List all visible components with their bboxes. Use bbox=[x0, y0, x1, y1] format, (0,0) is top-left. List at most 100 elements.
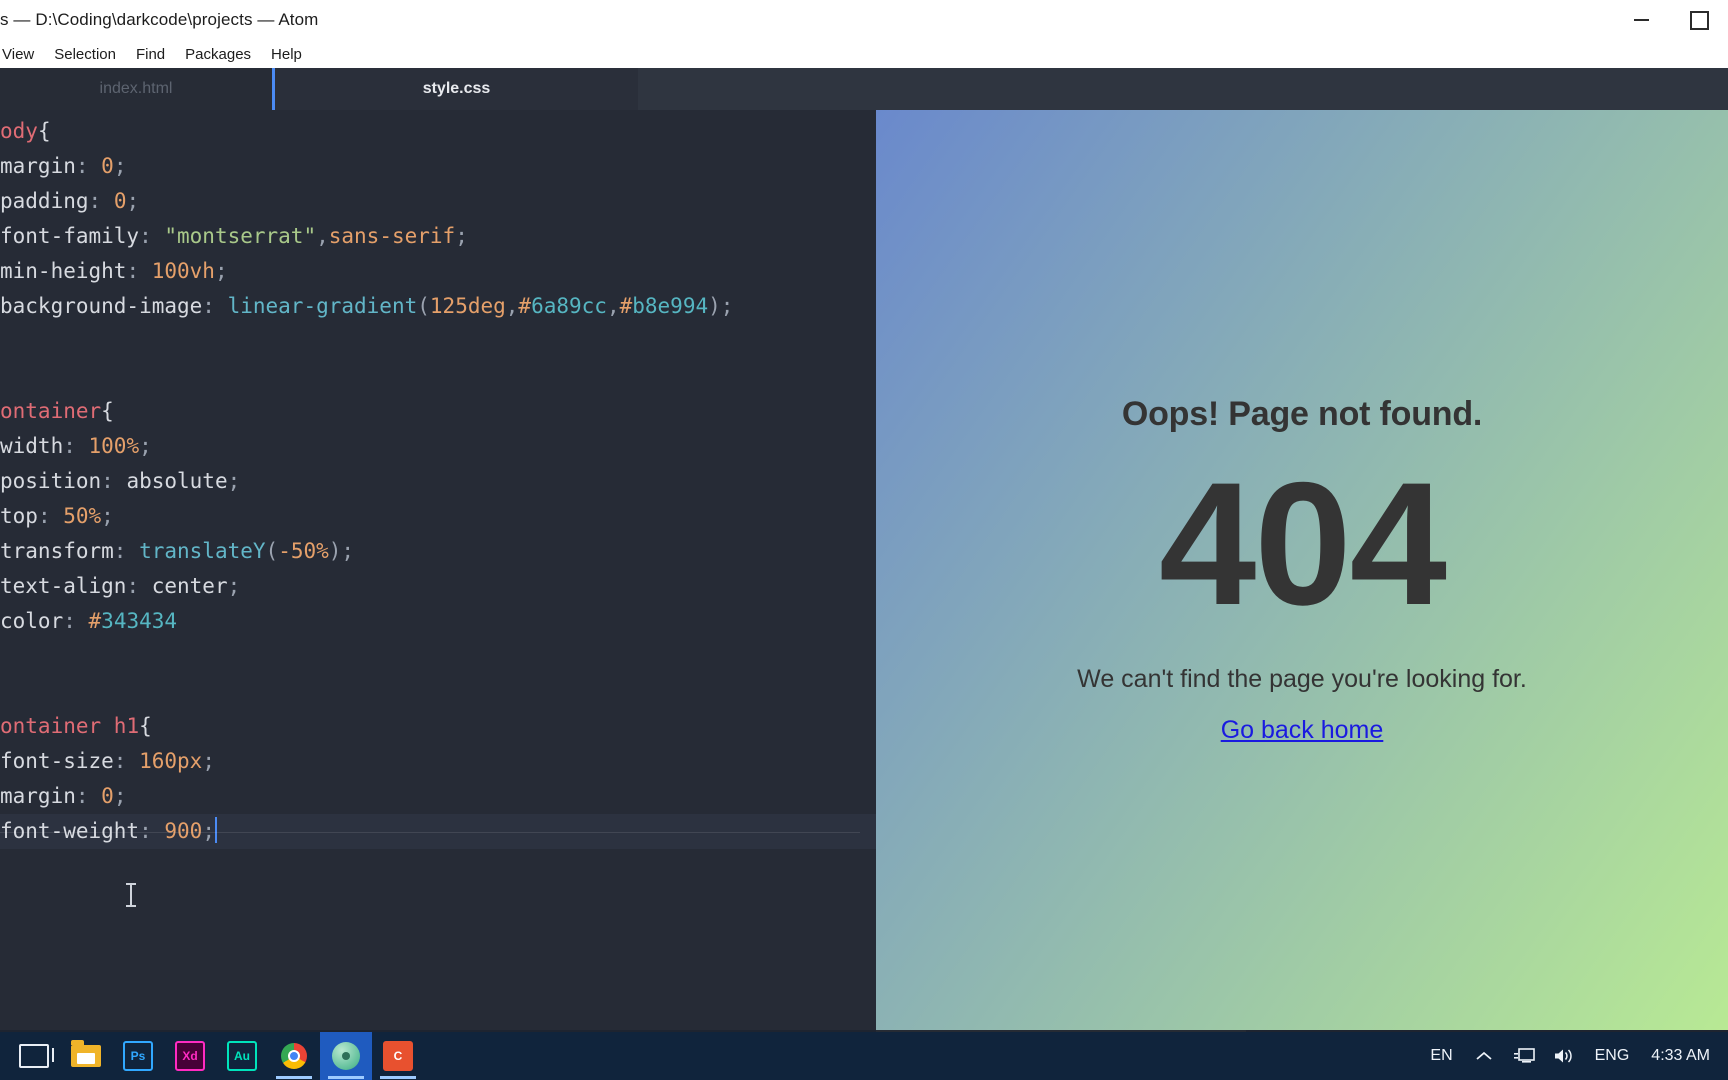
tab-index-html[interactable]: index.html bbox=[0, 68, 272, 110]
window-titlebar: s — D:\Coding\darkcode\projects — Atom bbox=[0, 0, 1728, 41]
code-token: : bbox=[75, 154, 102, 178]
code-line[interactable]: ontainer{ bbox=[0, 394, 876, 429]
minimize-icon bbox=[1633, 19, 1649, 21]
taskbar-item-atom[interactable] bbox=[320, 1032, 372, 1080]
code-token: : bbox=[63, 434, 89, 458]
code-line[interactable]: font-size: 160px; bbox=[0, 744, 876, 779]
code-editor-pane[interactable]: ody{margin: 0; padding: 0; font-family: "m… bbox=[0, 110, 876, 1030]
code-token: ; bbox=[101, 504, 114, 528]
code-token: 100vh bbox=[151, 259, 215, 283]
code-line[interactable]: text-align: center; bbox=[0, 569, 876, 604]
tray-input-indicator[interactable]: EN bbox=[1422, 1047, 1460, 1065]
code-token: position bbox=[0, 469, 102, 493]
editor-row-underline bbox=[0, 832, 860, 833]
code-line[interactable]: position: absolute; bbox=[0, 464, 876, 499]
task-view-icon bbox=[19, 1044, 54, 1068]
code-line[interactable] bbox=[0, 359, 876, 394]
html-preview-pane[interactable]: Oops! Page not found. 404 We can't find … bbox=[876, 110, 1728, 1030]
maximize-icon bbox=[1689, 10, 1709, 30]
menu-item-help[interactable]: Help bbox=[261, 44, 312, 65]
code-token: ontainer bbox=[0, 399, 102, 423]
tab-style-css[interactable]: style.css bbox=[275, 68, 638, 110]
code-line[interactable]: color: #343434 bbox=[0, 604, 876, 639]
tray-clock[interactable]: 4:33 AM bbox=[1643, 1047, 1718, 1065]
editor-tabbar: index.html style.css index.html Preview bbox=[0, 68, 1728, 1080]
system-tray: EN ENG 4:33 AM bbox=[1422, 1032, 1728, 1080]
taskbar-item-audition[interactable]: Au bbox=[216, 1032, 268, 1080]
code-token: , bbox=[316, 224, 329, 248]
go-back-home-link[interactable]: Go back home bbox=[1221, 716, 1384, 745]
menu-item-find[interactable]: Find bbox=[126, 44, 175, 65]
error-heading: Oops! Page not found. bbox=[1121, 395, 1483, 433]
code-token: : bbox=[139, 224, 165, 248]
adobe-xd-icon: Xd bbox=[175, 1041, 205, 1071]
taskbar-item-file-explorer[interactable] bbox=[60, 1032, 112, 1080]
audition-icon: Au bbox=[227, 1041, 257, 1071]
code-line[interactable] bbox=[0, 639, 876, 674]
code-token: ; bbox=[202, 749, 215, 773]
menu-item-selection[interactable]: Selection bbox=[44, 44, 126, 65]
code-line[interactable]: ody{ bbox=[0, 114, 876, 149]
code-token: : bbox=[113, 539, 140, 563]
code-line[interactable]: background-image: linear-gradient(125deg… bbox=[0, 289, 876, 324]
code-line[interactable]: margin: 0; bbox=[0, 149, 876, 184]
taskbar-item-adobe-xd[interactable]: Xd bbox=[164, 1032, 216, 1080]
code-token: 0 bbox=[101, 784, 114, 808]
menu-item-view[interactable]: View bbox=[0, 44, 44, 65]
menubar: View Selection Find Packages Help bbox=[0, 40, 1728, 69]
code-line[interactable]: margin: 0; bbox=[0, 779, 876, 814]
tray-language[interactable]: ENG bbox=[1587, 1047, 1638, 1065]
code-line[interactable]: ontainer h1{ bbox=[0, 709, 876, 744]
code-token: : bbox=[202, 294, 228, 318]
folder-icon bbox=[71, 1040, 101, 1067]
tray-overflow-button[interactable] bbox=[1467, 1032, 1501, 1080]
code-token: ody bbox=[0, 119, 38, 143]
menu-item-packages[interactable]: Packages bbox=[175, 44, 261, 65]
code-token: -50% bbox=[278, 539, 329, 563]
code-line[interactable]: width: 100%; bbox=[0, 429, 876, 464]
taskbar-item-photoshop[interactable]: Ps bbox=[112, 1032, 164, 1080]
maximize-button[interactable] bbox=[1670, 0, 1728, 40]
taskbar-item-task-view[interactable] bbox=[8, 1032, 60, 1080]
code-token: # bbox=[518, 294, 532, 318]
code-token: { bbox=[37, 119, 51, 143]
code-token: 50% bbox=[63, 504, 102, 528]
code-content[interactable]: ody{margin: 0; padding: 0; font-family: "m… bbox=[0, 110, 876, 849]
code-token: margin bbox=[0, 154, 76, 178]
code-line[interactable] bbox=[0, 674, 876, 709]
code-token: 0 bbox=[113, 189, 127, 213]
code-token: { bbox=[139, 714, 152, 738]
taskbar-item-camtasia[interactable]: C bbox=[372, 1032, 424, 1080]
network-monitor-icon bbox=[1513, 1048, 1535, 1063]
tray-network-button[interactable] bbox=[1507, 1032, 1541, 1080]
code-token: 343434 bbox=[101, 609, 178, 633]
code-line[interactable]: transform: translateY(-50%); bbox=[0, 534, 876, 569]
minimize-button[interactable] bbox=[1612, 0, 1670, 40]
code-token: : bbox=[126, 259, 152, 283]
code-token: font-size bbox=[0, 749, 114, 773]
code-token: text-align bbox=[0, 574, 127, 598]
code-token: width bbox=[0, 434, 64, 458]
code-line[interactable]: min-height: 100vh; bbox=[0, 254, 876, 289]
volume-icon bbox=[1554, 1049, 1572, 1063]
window-controls bbox=[1612, 0, 1728, 40]
code-token: # bbox=[619, 294, 633, 318]
code-token: ); bbox=[328, 539, 355, 563]
code-token: ; bbox=[455, 224, 468, 248]
code-token: 0 bbox=[101, 154, 114, 178]
code-line[interactable]: font-family: "montserrat",sans-serif; bbox=[0, 219, 876, 254]
tray-volume-button[interactable] bbox=[1547, 1032, 1581, 1080]
code-token: , bbox=[505, 294, 519, 318]
taskbar-app-list: Ps Xd Au C bbox=[0, 1032, 424, 1080]
code-token: 900 bbox=[164, 819, 203, 843]
code-token: ( bbox=[265, 539, 279, 563]
code-token: ; bbox=[139, 434, 152, 458]
code-line[interactable] bbox=[0, 324, 876, 359]
code-line[interactable]: padding: 0; bbox=[0, 184, 876, 219]
code-line[interactable]: top: 50%; bbox=[0, 499, 876, 534]
code-token: : bbox=[126, 574, 152, 598]
window-title: s — D:\Coding\darkcode\projects — Atom bbox=[0, 10, 319, 29]
taskbar-item-chrome[interactable] bbox=[268, 1032, 320, 1080]
code-token: font-weight bbox=[0, 819, 140, 843]
camtasia-icon: C bbox=[383, 1041, 413, 1071]
